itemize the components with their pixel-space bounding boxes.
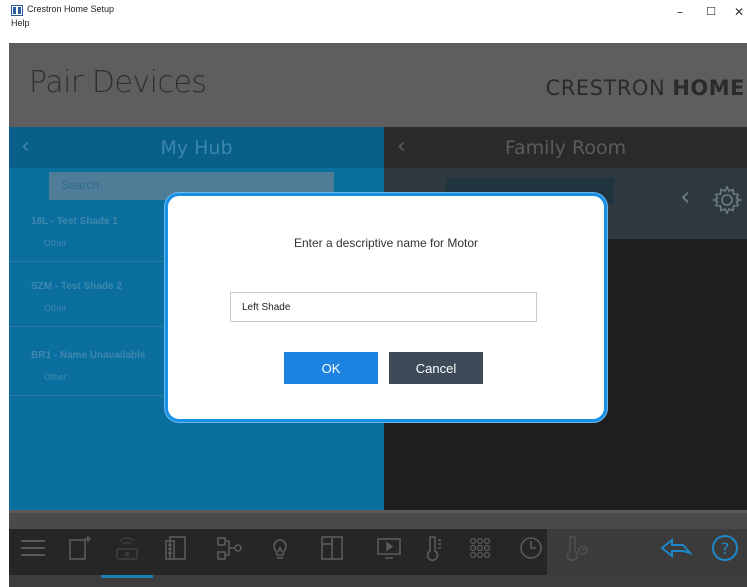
room-previous-chevron-icon[interactable]: ‹ [680,182,690,212]
page-header: Pair Devices CRESTRON HOME [9,43,747,127]
device-type: Other [44,303,67,313]
app-logo-icon [11,5,23,16]
pair-devices-icon[interactable] [112,533,142,563]
room-panel-title: Family Room [504,137,627,159]
close-button[interactable]: ✕ [729,2,747,22]
brand-light: CRESTRON [545,76,673,100]
title-bar: Crestron Home Setup Help – ☐ ✕ [0,0,747,28]
keypad-icon[interactable] [465,533,495,563]
schedule-icon[interactable] [516,533,546,563]
minimize-button[interactable]: – [670,2,690,22]
hub-panel-title: My Hub [160,137,233,159]
brand-bold: HOME [672,76,745,100]
brand-logo: CRESTRON HOME [546,76,745,100]
scenes-icon[interactable] [214,533,244,563]
device-name-input[interactable] [230,292,537,322]
window-title: Crestron Home Setup [27,4,115,14]
room-panel-header: ‹ Family Room [384,127,747,168]
rename-device-dialog: Enter a descriptive name for Motor OK Ca… [165,193,607,422]
add-room-icon[interactable] [64,533,94,563]
back-arrow-icon[interactable] [659,533,693,563]
menu-icon[interactable] [18,533,48,563]
page-title: Pair Devices [29,65,207,100]
device-name: BR1 - Name Unavailable [31,350,146,361]
cancel-button[interactable]: Cancel [389,352,483,384]
device-name: SZM - Test Shade 2 [31,281,122,292]
media-icon[interactable] [374,533,404,563]
device-type: Other [44,372,67,382]
menu-help[interactable]: Help [11,18,30,28]
gear-icon[interactable] [711,184,743,216]
shades-icon[interactable] [162,533,192,563]
ok-button[interactable]: OK [284,352,378,384]
lights-icon[interactable] [265,533,295,563]
thermostat-icon[interactable] [418,533,448,563]
help-glyph: ? [721,539,730,558]
temperature-sensor-icon[interactable] [562,533,592,563]
device-type: Other [44,238,67,248]
door-icon[interactable] [317,533,347,563]
maximize-button[interactable]: ☐ [701,2,721,22]
app-window: Crestron Home Setup Help – ☐ ✕ Pair Devi… [0,0,747,587]
hub-panel-header: ‹ My Hub [9,127,384,168]
active-tab-indicator [101,575,153,578]
bottom-toolbar: ? [9,513,747,587]
device-name: 18L - Test Shade 1 [31,216,118,227]
dialog-prompt: Enter a descriptive name for Motor [293,236,479,250]
help-icon[interactable]: ? [709,533,741,563]
